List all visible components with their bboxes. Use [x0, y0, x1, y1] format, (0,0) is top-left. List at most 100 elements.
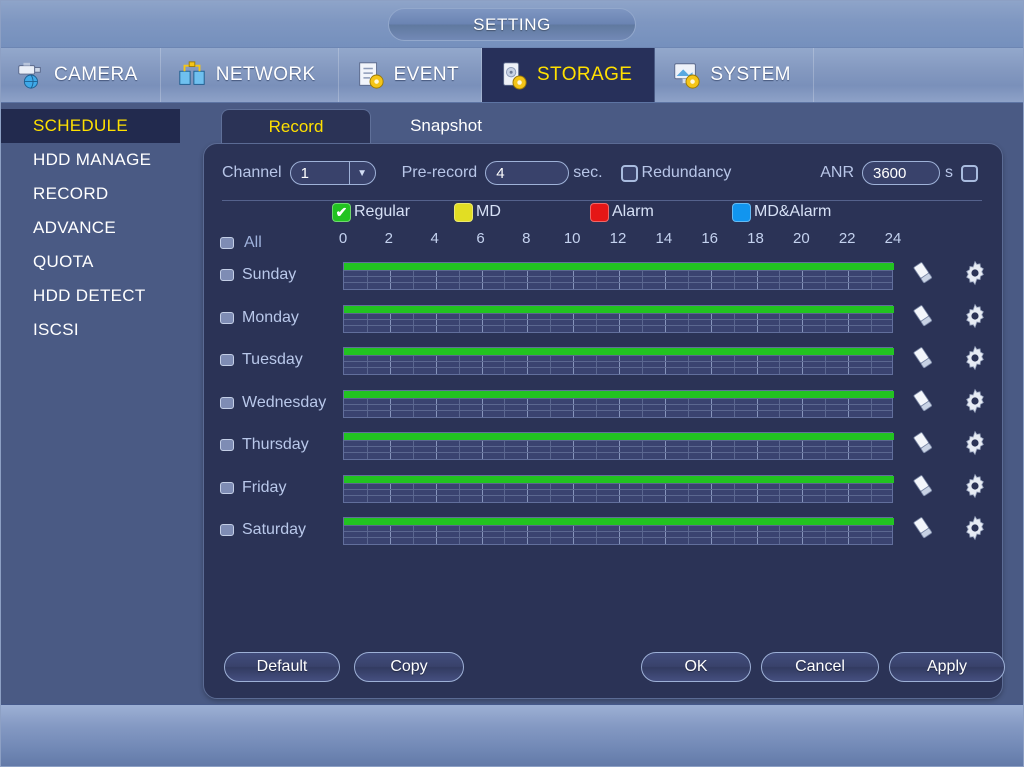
day-label-group[interactable]: Monday [220, 309, 299, 327]
grid-line-vertical [435, 270, 437, 289]
nav-tab-event[interactable]: EVENT [339, 48, 482, 102]
schedule-period-bar[interactable] [344, 518, 894, 525]
select-all-checkbox[interactable] [220, 237, 234, 249]
select-all-label: All [244, 234, 262, 251]
legend-swatch[interactable]: ✔ [332, 202, 351, 222]
sidebar-item-advance[interactable]: ADVANCE [1, 211, 193, 245]
sidebar-item-schedule[interactable]: SCHEDULE [1, 109, 180, 143]
copy-button[interactable]: Copy [354, 652, 464, 682]
channel-select[interactable]: 1 ▼ [289, 161, 376, 185]
nav-tab-camera[interactable]: CAMERA [1, 48, 161, 102]
sidebar-item-hdd-detect[interactable]: HDD DETECT [1, 279, 193, 313]
grid-line-horizontal [344, 367, 892, 368]
tab-snapshot[interactable]: Snapshot [371, 109, 521, 143]
schedule-period-bar[interactable] [344, 390, 894, 398]
day-timeline[interactable] [343, 474, 894, 503]
day-label-group[interactable]: Friday [220, 479, 286, 497]
gear-icon[interactable] [962, 260, 988, 286]
apply-button[interactable]: Apply [889, 652, 1005, 682]
schedule-period-bar[interactable] [344, 433, 894, 440]
schedule-period-bar[interactable] [344, 475, 894, 483]
sidebar-item-iscsi[interactable]: ISCSI [1, 313, 193, 347]
chevron-down-icon[interactable]: ▼ [348, 162, 375, 184]
schedule-period-bar[interactable] [344, 348, 894, 355]
nav-tab-storage[interactable]: STORAGE [481, 48, 656, 102]
legend-item-md[interactable]: MD [454, 202, 501, 222]
eraser-icon[interactable] [910, 303, 936, 329]
nav-tab-network[interactable]: NETWORK [161, 48, 339, 102]
grid-line-horizontal [344, 440, 892, 441]
day-timeline[interactable] [343, 517, 894, 545]
gear-icon[interactable] [962, 473, 988, 499]
day-timeline[interactable] [343, 304, 894, 333]
grid-line-vertical [504, 440, 506, 459]
day-timeline[interactable] [343, 432, 894, 460]
day-timeline[interactable] [343, 347, 894, 375]
day-checkbox[interactable] [220, 396, 234, 409]
day-label-group[interactable]: Saturday [220, 521, 306, 539]
grid-line-vertical [756, 355, 758, 374]
schedule-period-bar[interactable] [344, 263, 894, 270]
hour-tick: 14 [655, 230, 673, 247]
eraser-icon[interactable] [910, 473, 936, 499]
ok-button[interactable]: OK [641, 652, 751, 682]
grid-line-vertical [596, 525, 598, 544]
gear-icon[interactable] [962, 345, 988, 371]
grid-line-vertical [848, 355, 850, 374]
select-all-row[interactable]: All [220, 234, 262, 252]
grid-line-vertical [550, 312, 552, 332]
day-checkbox[interactable] [220, 524, 234, 537]
day-timeline[interactable] [343, 389, 894, 418]
legend-swatch[interactable] [590, 202, 609, 222]
anr-checkbox[interactable] [961, 164, 978, 182]
grid-line-vertical [779, 525, 781, 544]
sidebar-item-hdd-manage[interactable]: HDD MANAGE [1, 143, 193, 177]
prerecord-input[interactable]: 4 [485, 161, 570, 185]
grid-line-vertical [619, 397, 620, 417]
grid-line-vertical [802, 312, 804, 332]
tab-record[interactable]: Record [221, 109, 371, 143]
schedule-row: Sunday [204, 254, 1002, 297]
day-checkbox[interactable] [220, 269, 234, 282]
day-label-group[interactable]: Tuesday [220, 351, 303, 369]
legend-swatch[interactable] [454, 202, 473, 222]
day-label-group[interactable]: Thursday [220, 436, 309, 454]
gear-icon[interactable] [962, 430, 988, 456]
eraser-icon[interactable] [910, 388, 936, 414]
gear-icon[interactable] [962, 303, 988, 329]
eraser-icon[interactable] [910, 345, 936, 371]
grid-line-vertical [527, 270, 529, 289]
legend-item-regular[interactable]: ✔ Regular [332, 202, 410, 222]
day-checkbox[interactable] [220, 439, 234, 452]
grid-line-vertical [596, 440, 598, 459]
schedule-row: Tuesday [204, 339, 1002, 382]
day-checkbox[interactable] [220, 481, 234, 494]
hour-axis: 0 2 4 6 8 10 12 14 16 18 20 22 24 [339, 230, 902, 252]
redundancy-checkbox[interactable] [620, 164, 638, 182]
eraser-icon[interactable] [910, 430, 936, 456]
grid-line-vertical [481, 440, 483, 459]
legend-swatch[interactable] [732, 202, 751, 222]
row-actions [910, 345, 988, 371]
legend-item-md-and-alarm[interactable]: MD&Alarm [732, 202, 831, 222]
day-checkbox[interactable] [220, 311, 234, 324]
day-label: Monday [242, 308, 299, 326]
network-icon [177, 60, 207, 90]
anr-input[interactable]: 3600 [862, 161, 940, 185]
sidebar-item-quota[interactable]: QUOTA [1, 245, 193, 279]
day-label-group[interactable]: Wednesday [220, 394, 326, 412]
sidebar-item-record[interactable]: RECORD [1, 177, 193, 211]
gear-icon[interactable] [962, 388, 988, 414]
day-checkbox[interactable] [220, 354, 234, 367]
cancel-button[interactable]: Cancel [761, 652, 879, 682]
legend-item-alarm[interactable]: Alarm [590, 202, 654, 222]
gear-icon[interactable] [962, 515, 988, 541]
day-timeline[interactable] [343, 262, 894, 290]
default-button[interactable]: Default [224, 652, 340, 682]
eraser-icon[interactable] [910, 260, 936, 286]
nav-tab-system[interactable]: SYSTEM [655, 48, 814, 102]
grid-line-vertical [733, 312, 735, 332]
day-label-group[interactable]: Sunday [220, 266, 296, 284]
eraser-icon[interactable] [910, 515, 936, 541]
schedule-period-bar[interactable] [344, 305, 894, 313]
